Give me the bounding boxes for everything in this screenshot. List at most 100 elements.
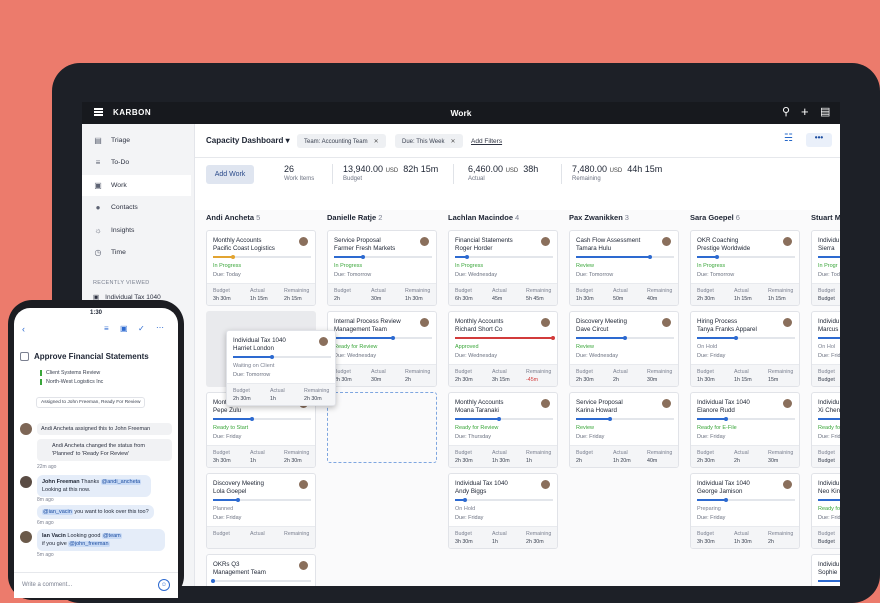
dashboard-select[interactable]: Capacity Dashboard ▾ — [206, 136, 290, 145]
card-title: Monthly Accounts — [455, 318, 504, 325]
column-header[interactable]: Pax Zwanikken 3 — [569, 213, 629, 222]
due-filter-chip[interactable]: Due: This Week ✕ — [395, 134, 463, 148]
remaining-value: 2h 30m — [304, 396, 322, 402]
remaining-cell: Remaining 2h 30m — [526, 530, 551, 546]
budget-value: Budget — [818, 539, 835, 545]
actual-hours: 38h — [523, 164, 539, 174]
remaining-value: 1h 30m — [405, 296, 423, 302]
sidebar-item-contacts[interactable]: ● Contacts — [82, 197, 191, 218]
actual-cell: Actual 1h 15m — [734, 287, 752, 303]
back-chevron-icon[interactable]: ‹ — [22, 324, 25, 334]
actual-value: 1h 15m — [734, 377, 752, 383]
work-card[interactable]: Individu Sierra In Progr Due: Tod Budget Budg… — [811, 230, 840, 306]
mention[interactable]: @andi_ancheta — [100, 479, 142, 485]
message-bubble: John Freeman Thanks @andi_ancheta Looking… — [37, 475, 151, 497]
mention[interactable]: @john_freeman — [68, 541, 110, 547]
close-icon[interactable]: ✕ — [450, 139, 455, 145]
team-filter-chip[interactable]: Team: Accounting Team ✕ — [297, 134, 386, 148]
card-due: Due: Today — [213, 272, 241, 278]
task-checkbox[interactable] — [20, 352, 29, 361]
avatar — [20, 531, 32, 543]
search-icon[interactable]: ⚲ — [782, 106, 790, 118]
work-card[interactable]: OKR Coaching Prestige Worldwide In Progres… — [690, 230, 800, 306]
progress-dot — [270, 355, 275, 359]
column-header[interactable]: Lachlan Macindoe 4 — [448, 213, 519, 222]
progress-fill — [213, 256, 233, 258]
card-due: Due: Friday — [576, 434, 605, 440]
work-card[interactable]: Discovery Meeting Dave Circut Review Due: W… — [569, 311, 679, 387]
check-icon[interactable]: ✓ — [138, 324, 145, 333]
actual-label: Actual — [734, 369, 749, 375]
actual-cell: Actual 1h 20m — [613, 449, 631, 465]
sidebar-item-work[interactable]: ▣ Work — [82, 175, 191, 196]
sidebar-item-todo[interactable]: ≡ To-Do — [82, 152, 191, 173]
avatar — [540, 317, 551, 328]
column-header[interactable]: Sara Goepel 6 — [690, 213, 740, 222]
work-card[interactable]: Service Proposal Karina Howard Review Due: … — [569, 392, 679, 468]
work-card[interactable]: Internal Process Review Management Team Re… — [327, 311, 437, 387]
budget-label: Budget — [213, 450, 230, 456]
avatar — [298, 236, 309, 247]
column-header[interactable]: Stuart M — [811, 213, 840, 222]
work-card[interactable]: Hiring Process Tanya Franks Apparel On Hol… — [690, 311, 800, 387]
add-icon[interactable]: + — [801, 105, 809, 118]
work-card[interactable]: Monthly Accounts Richard Short Co Approved… — [448, 311, 558, 387]
briefcase-icon[interactable]: ▣ — [120, 324, 128, 333]
work-card[interactable]: Individual Tax 1040 Elanore Rudd Ready for… — [690, 392, 800, 468]
drop-zone[interactable] — [327, 392, 437, 463]
card-status: Review — [576, 425, 595, 431]
card-due: Due: Thursday — [455, 434, 491, 440]
more-icon[interactable]: ⋯ — [156, 323, 164, 332]
remaining-value: 5h 45m — [526, 296, 544, 302]
mention[interactable]: @ian_vacin — [42, 509, 73, 515]
work-card[interactable]: Individual Tax 1040 Andy Biggs On Hold Due:… — [448, 473, 558, 549]
notes-icon[interactable]: ▤ — [820, 106, 830, 118]
sender-name: Ian Vacin — [42, 533, 66, 539]
work-card[interactable]: OKRs Q3Management TeamBudgetActualRemain… — [206, 554, 316, 586]
work-card[interactable]: Monthly Accounts Pacific Coast Logistics I… — [206, 230, 316, 306]
client-link[interactable]: North-West Logistics Inc — [40, 379, 103, 385]
budget-label: Budget — [233, 388, 250, 394]
dragged-work-card[interactable]: Individual Tax 1040 Harriet London Waiting… — [226, 330, 336, 406]
remaining-label: Remaining — [526, 450, 552, 456]
progress-bar — [697, 417, 795, 421]
progress-dot — [235, 498, 240, 502]
emoji-icon[interactable]: ☺ — [158, 579, 170, 591]
work-card[interactable]: Cash Flow Assessment Tamara Hulu Review Due… — [569, 230, 679, 306]
work-card[interactable]: Financial Statements Roger Horder In Progr… — [448, 230, 558, 306]
work-card[interactable]: Individu Xi Chen Ready fo Due: Frid Budget Bu… — [811, 392, 840, 468]
actual-label: Actual — [734, 288, 749, 294]
work-card[interactable]: Individu Marcus On Hol Due: Frid Budget Budge… — [811, 311, 840, 387]
work-card[interactable]: Individual Tax 1040 George Jamison Prepari… — [690, 473, 800, 549]
progress-fill — [697, 499, 727, 501]
work-card[interactable]: IndividuSophieBudgetActualRemaining — [811, 554, 840, 586]
actual-cell: Actual 1h 30m — [734, 530, 752, 546]
column-header[interactable]: Danielle Ratje 2 — [327, 213, 382, 222]
sidebar-item-time[interactable]: ◷ Time — [82, 242, 191, 263]
work-card[interactable]: Service Proposal Farmer Fresh Markets In P… — [327, 230, 437, 306]
avatar — [540, 236, 551, 247]
work-card[interactable]: Individu Neo Kin Ready fo Due: Frid Budget Bu… — [811, 473, 840, 549]
remaining-cell: Remaining 2h 30m — [284, 449, 309, 465]
work-item-link[interactable]: Client Systems Review — [40, 370, 100, 376]
progress-fill — [576, 418, 611, 420]
column-header[interactable]: Andi Ancheta 5 — [206, 213, 260, 222]
budget-cell: Budget Budget — [818, 287, 835, 303]
sidebar-item-insights[interactable]: ☼ Insights — [82, 220, 191, 241]
work-card[interactable]: Monthly Accounts Moana Taranaki Ready for … — [448, 392, 558, 468]
comment-input[interactable]: Write a comment... — [22, 582, 72, 588]
add-filters-link[interactable]: Add Filters — [471, 138, 502, 145]
mention[interactable]: @team — [101, 533, 122, 539]
close-icon[interactable]: ✕ — [374, 139, 379, 145]
sidebar-item-triage[interactable]: ▤ Triage — [82, 130, 191, 151]
card-client: Tamara Hulu — [576, 245, 612, 252]
add-work-button[interactable]: Add Work — [206, 165, 254, 184]
list-icon[interactable]: ≡ — [104, 324, 109, 333]
work-card[interactable]: Discovery Meeting Lola Goepel Planned Due: … — [206, 473, 316, 549]
card-client: Marcus — [818, 326, 839, 333]
card-client: Moana Taranaki — [455, 407, 499, 414]
avatar — [782, 317, 793, 328]
more-options-button[interactable]: ••• — [806, 133, 832, 147]
progress-dot — [608, 417, 613, 421]
filter-settings-icon[interactable]: ☵ — [784, 133, 793, 144]
